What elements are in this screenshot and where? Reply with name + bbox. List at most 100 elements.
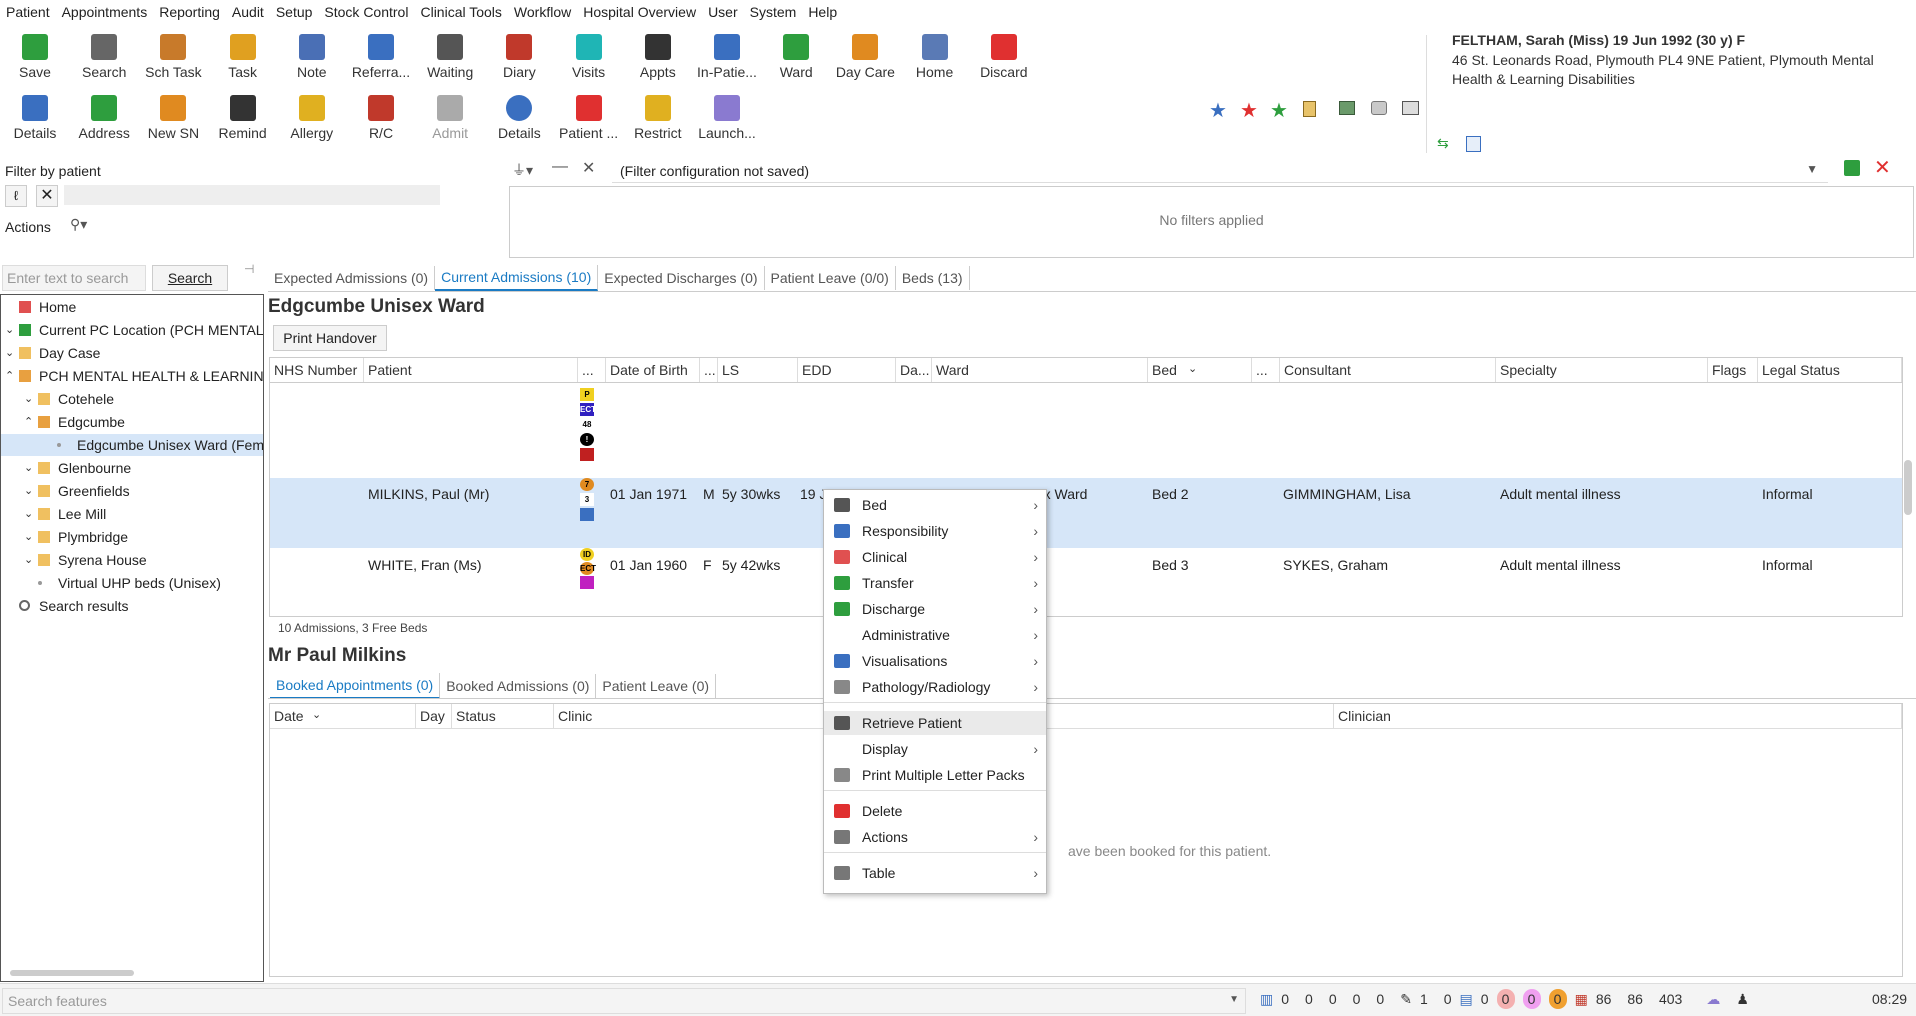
column-header[interactable]: Legal Status <box>1758 358 1902 382</box>
tree-item[interactable]: Home <box>1 296 263 318</box>
actions-wrench-icon[interactable]: ⚲▾ <box>70 216 87 233</box>
tree-item[interactable]: Virtual UHP beds (Unisex) <box>1 572 263 594</box>
context-menu-item-bed[interactable]: Bed › <box>824 493 1046 517</box>
expand-chevron-icon[interactable]: ⌄ <box>5 342 14 364</box>
search-button[interactable]: Search <box>66 34 142 80</box>
discard-button[interactable]: Discard <box>966 34 1042 80</box>
referra-button[interactable]: Referra... <box>343 34 419 80</box>
favourite-star-blue-icon[interactable]: ★ <box>1209 98 1227 123</box>
tab-current-admissions[interactable]: Current Admissions (10) <box>435 265 599 291</box>
column-header[interactable]: Specialty <box>1496 358 1708 382</box>
expand-chevron-icon[interactable]: ⌄ <box>24 549 33 571</box>
column-header[interactable]: Status <box>452 704 554 728</box>
waiting-button[interactable]: Waiting <box>412 34 488 80</box>
discard-filter-icon[interactable]: ✕ <box>1874 155 1891 180</box>
column-header[interactable]: LS <box>718 358 798 382</box>
favourite-star-green-icon[interactable]: ★ <box>1270 98 1288 123</box>
menu-system[interactable]: System <box>744 4 803 20</box>
save-button[interactable]: Save <box>0 34 73 80</box>
patient-flag-icon[interactable]: 48 <box>580 418 594 431</box>
patient-flag-icon[interactable]: ECT <box>580 403 596 416</box>
column-header[interactable]: Patient <box>364 358 578 382</box>
menu-stock-control[interactable]: Stock Control <box>318 4 414 20</box>
column-header[interactable]: ... <box>700 358 718 382</box>
context-menu-item-responsibility[interactable]: Responsibility › <box>824 519 1046 543</box>
context-menu-item-display[interactable]: Display › <box>824 737 1046 761</box>
tree-item[interactable]: ⌄ Lee Mill <box>1 503 263 525</box>
tree-item[interactable]: ⌄ Day Case <box>1 342 263 364</box>
in-patie-button[interactable]: In-Patie... <box>689 34 765 80</box>
tree-item[interactable]: ⌄ Glenbourne <box>1 457 263 479</box>
tree-item[interactable]: Search results <box>1 595 263 617</box>
column-header[interactable]: NHS Number <box>270 358 364 382</box>
menu-help[interactable]: Help <box>802 4 843 20</box>
table-row[interactable]: MILKINS, Paul (Mr) 01 Jan 1971 M 5y 30wks 19… <box>270 486 1902 506</box>
collapse-chevron-icon[interactable]: ⌃ <box>5 365 14 387</box>
menu-workflow[interactable]: Workflow <box>508 4 577 20</box>
context-menu-item-transfer[interactable]: Transfer › <box>824 571 1046 595</box>
clipboard-icon[interactable] <box>1466 136 1481 152</box>
filter-dropdown-icon[interactable]: ⏚▾ <box>512 160 533 180</box>
print-handover-button[interactable]: Print Handover <box>273 325 387 351</box>
filter-config-select[interactable]: (Filter configuration not saved) ▼ <box>612 160 1828 183</box>
remind-button[interactable]: Remind <box>205 95 281 141</box>
patient-flag-icon[interactable]: ECT <box>580 562 596 575</box>
patient-flag-icon[interactable]: P <box>580 388 594 401</box>
tab-booked-admissions[interactable]: Booked Admissions (0) <box>440 674 597 698</box>
tab-patient-leave[interactable]: Patient Leave (0) <box>596 674 717 698</box>
menu-clinical-tools[interactable]: Clinical Tools <box>414 4 507 20</box>
column-header[interactable]: Consultant <box>1280 358 1496 382</box>
column-header[interactable]: Ward <box>932 358 1148 382</box>
menu-patient[interactable]: Patient <box>0 4 56 20</box>
context-menu-item-table[interactable]: Table › <box>824 861 1046 885</box>
day-care-button[interactable]: Day Care <box>827 34 903 80</box>
r-c-button[interactable]: R/C <box>343 95 419 141</box>
context-menu-item-delete[interactable]: Delete <box>824 799 1046 823</box>
tab-booked-appointments[interactable]: Booked Appointments (0) <box>270 673 441 699</box>
patient-flag-icon[interactable] <box>580 576 594 589</box>
patient-flag-icon[interactable]: 3 <box>580 493 594 506</box>
patient-flag-icon[interactable] <box>580 463 594 476</box>
menu-reporting[interactable]: Reporting <box>153 4 226 20</box>
table-row[interactable]: WHITE, Fran (Ms)01 Jan 1960F5y 42wksex W… <box>270 557 1902 577</box>
tree-item[interactable]: ⌄ Cotehele <box>1 388 263 410</box>
tree-search-button[interactable]: Search <box>152 265 228 291</box>
collapse-filter-button[interactable]: — <box>552 158 568 176</box>
patient-flag-icon[interactable]: ! <box>580 433 594 446</box>
tree-item[interactable]: ⌃ Edgcumbe <box>1 411 263 433</box>
tree-item[interactable]: ⌃ PCH MENTAL HEALTH & LEARNING <box>1 365 263 387</box>
forms-icon[interactable] <box>1339 101 1355 115</box>
allergy-button[interactable]: Allergy <box>274 95 350 141</box>
tab-expected-admissions[interactable]: Expected Admissions (0) <box>268 266 436 290</box>
expand-chevron-icon[interactable]: ⌄ <box>24 503 33 525</box>
expand-chevron-icon[interactable]: ⌄ <box>24 457 33 479</box>
sync-icon[interactable]: ⇆ <box>1437 136 1451 150</box>
appts-button[interactable]: Appts <box>620 34 696 80</box>
search-features-dropdown-icon[interactable]: ▼ <box>1229 994 1239 1005</box>
favourite-star-red-icon[interactable]: ★ <box>1240 98 1258 123</box>
column-header[interactable]: Date <box>270 704 416 728</box>
column-header[interactable]: ... <box>1252 358 1280 382</box>
tree-item[interactable]: Edgcumbe Unisex Ward (Fem <box>1 434 263 456</box>
context-menu-item-visualisations[interactable]: Visualisations › <box>824 649 1046 673</box>
tree-item[interactable]: ⌄ Syrena House <box>1 549 263 571</box>
clear-patient-filter-button[interactable]: ✕ <box>36 185 58 207</box>
patient-flag-icon[interactable]: 7 <box>580 478 594 491</box>
patient-flag-icon[interactable] <box>580 508 594 521</box>
tree-search-input[interactable]: Enter text to search <box>2 265 146 291</box>
pin-panel-icon[interactable]: ⊣ <box>244 262 254 276</box>
column-header[interactable]: Da... <box>896 358 932 382</box>
sch-task-button[interactable]: Sch Task <box>135 34 211 80</box>
column-header[interactable]: Bed <box>1148 358 1252 382</box>
patient-flag-icon[interactable] <box>580 448 594 461</box>
tree-item[interactable]: ⌄ Greenfields <box>1 480 263 502</box>
document-icon[interactable] <box>1303 101 1316 117</box>
expand-chevron-icon[interactable]: ⌄ <box>24 526 33 548</box>
expand-chevron-icon[interactable]: ⌄ <box>24 388 33 410</box>
tab-beds[interactable]: Beds (13) <box>896 266 970 290</box>
status-badge-magenta[interactable]: 0 <box>1522 989 1541 1009</box>
column-header[interactable]: Day <box>416 704 452 728</box>
menu-hospital-overview[interactable]: Hospital Overview <box>577 4 702 20</box>
home-button[interactable]: Home <box>897 34 973 80</box>
save-filter-icon[interactable] <box>1844 160 1860 176</box>
